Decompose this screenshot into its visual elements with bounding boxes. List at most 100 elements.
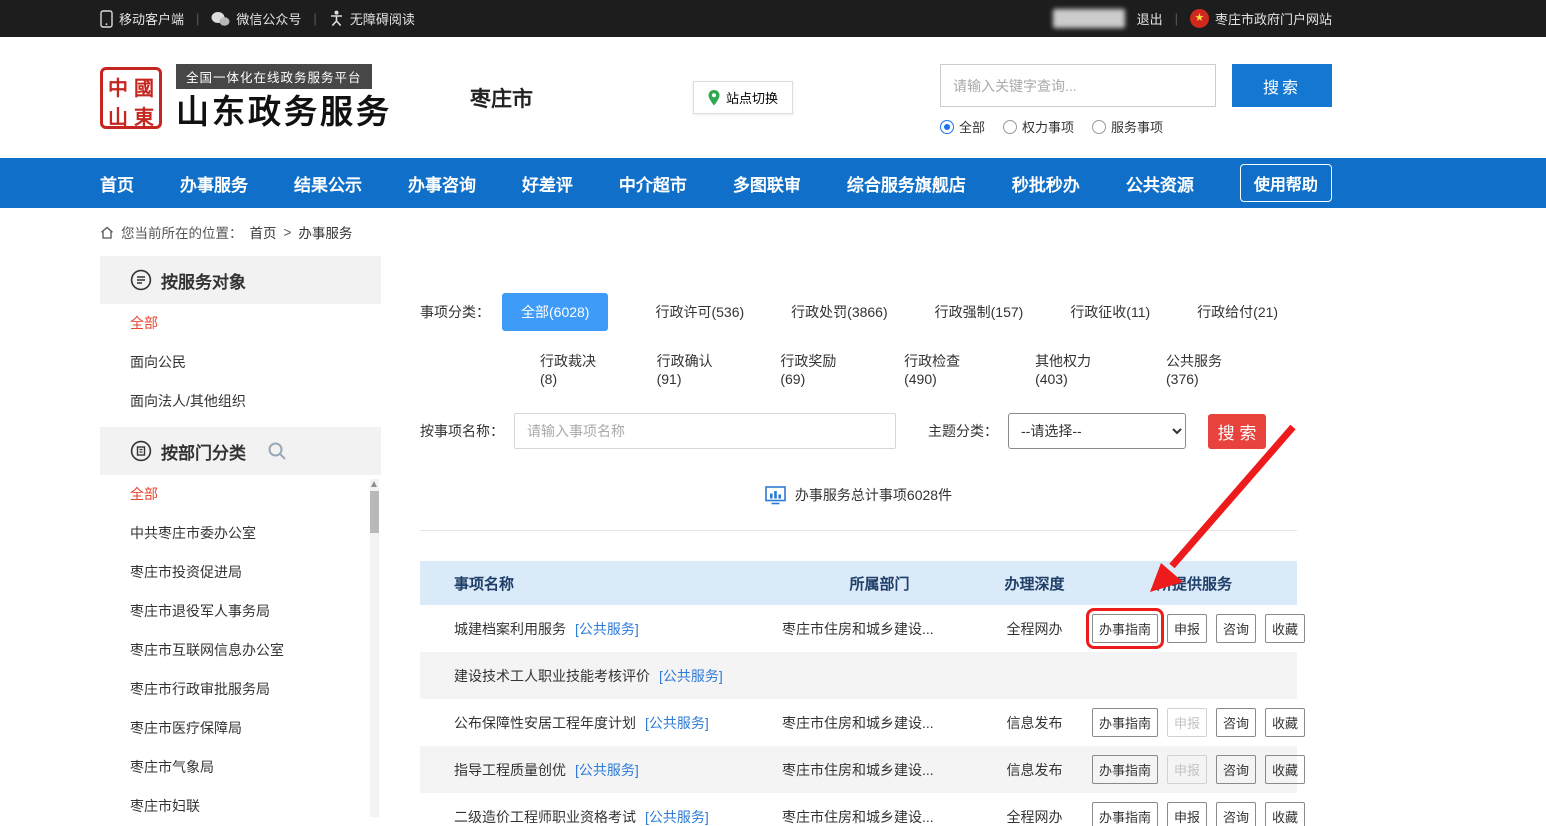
category-tab[interactable]: 行政奖励(69) bbox=[780, 351, 855, 387]
consult-button[interactable]: 咨询 bbox=[1216, 614, 1256, 643]
sidebar-item-dept[interactable]: 枣庄市妇联 bbox=[100, 787, 381, 826]
public-service-tag[interactable]: [公共服务] bbox=[645, 807, 709, 826]
top-utility-bar: 移动客户端 | 微信公众号 | 无障碍阅读 退出 | ★ bbox=[0, 0, 1546, 37]
table-row: 公布保障性安居工程年度计划 [公共服务] 枣庄市住房和城乡建设... 信息发布 … bbox=[420, 699, 1297, 746]
public-service-tag[interactable]: [公共服务] bbox=[575, 760, 639, 780]
sidebar-item-target-all[interactable]: 全部 bbox=[100, 304, 381, 343]
nav-item-home[interactable]: 首页 bbox=[100, 171, 134, 196]
mobile-app-link[interactable]: 移动客户端 bbox=[100, 9, 184, 28]
breadcrumb: 您当前所在的位置： 首页 > 办事服务 bbox=[0, 208, 1546, 256]
scope-radio-all[interactable]: 全部 bbox=[940, 117, 985, 136]
item-department: 枣庄市住房和城乡建设... bbox=[782, 619, 977, 639]
apply-button[interactable]: 申报 bbox=[1167, 802, 1207, 826]
favorite-button[interactable]: 收藏 bbox=[1265, 755, 1305, 784]
table-row: 二级造价工程师职业资格考试 [公共服务] 枣庄市住房和城乡建设... 全程网办 … bbox=[420, 793, 1297, 826]
favorite-button[interactable]: 收藏 bbox=[1265, 708, 1305, 737]
guide-button[interactable]: 办事指南 bbox=[1092, 614, 1158, 643]
radio-selected-icon bbox=[940, 120, 954, 134]
scrollbar-thumb[interactable] bbox=[370, 491, 379, 533]
portal-label: 枣庄市政府门户网站 bbox=[1215, 9, 1332, 28]
breadcrumb-label: 您当前所在的位置： bbox=[121, 222, 243, 242]
username-blurred bbox=[1053, 9, 1125, 28]
nav-item-joint-review[interactable]: 多图联审 bbox=[733, 171, 801, 196]
nav-item-results[interactable]: 结果公示 bbox=[294, 171, 362, 196]
item-depth: 信息发布 bbox=[977, 760, 1092, 780]
sidebar-item-dept[interactable]: 枣庄市医疗保障局 bbox=[100, 709, 381, 748]
category-tab[interactable]: 公共服务(376) bbox=[1166, 351, 1248, 387]
sidebar-scrollbar[interactable] bbox=[370, 479, 379, 817]
stats-bar: 办事服务总计事项6028件 bbox=[420, 485, 1297, 531]
item-name-input[interactable] bbox=[514, 413, 896, 449]
consult-button[interactable]: 咨询 bbox=[1216, 755, 1256, 784]
scrollbar-up-arrow[interactable] bbox=[371, 481, 377, 487]
platform-badge: 全国一体化在线政务服务平台 bbox=[176, 64, 372, 89]
item-search-button[interactable]: 搜 索 bbox=[1208, 414, 1266, 449]
scope-power-label: 权力事项 bbox=[1022, 120, 1074, 135]
favorite-button[interactable]: 收藏 bbox=[1265, 802, 1305, 826]
topic-select[interactable]: --请选择-- bbox=[1008, 413, 1186, 449]
category-tab[interactable]: 其他权力(403) bbox=[1035, 351, 1117, 387]
item-depth: 全程网办 bbox=[977, 807, 1092, 826]
breadcrumb-home-link[interactable]: 首页 bbox=[250, 222, 277, 242]
department-search-icon[interactable] bbox=[267, 441, 287, 461]
header-search-button[interactable]: 搜索 bbox=[1232, 64, 1332, 107]
department-list: 全部 中共枣庄市委办公室 枣庄市投资促进局 枣庄市退役军人事务局 枣庄市互联网信… bbox=[100, 475, 381, 826]
sidebar-item-dept[interactable]: 枣庄市气象局 bbox=[100, 748, 381, 787]
category-tab[interactable]: 行政给付(21) bbox=[1197, 302, 1278, 322]
scope-service-label: 服务事项 bbox=[1111, 120, 1163, 135]
sidebar-item-citizens[interactable]: 面向公民 bbox=[100, 343, 381, 382]
nav-item-flagship-store[interactable]: 综合服务旗舰店 bbox=[847, 171, 966, 196]
nav-item-consult[interactable]: 办事咨询 bbox=[408, 171, 476, 196]
page-content: 按服务对象 全部 面向公民 面向法人/其他组织 按部门分类 全部 中共枣庄市委办… bbox=[0, 256, 1546, 826]
nav-item-public-resources[interactable]: 公共资源 bbox=[1126, 171, 1194, 196]
department-icon bbox=[130, 440, 152, 462]
nav-item-agency-market[interactable]: 中介超市 bbox=[619, 171, 687, 196]
portal-link[interactable]: ★ 枣庄市政府门户网站 bbox=[1190, 9, 1332, 28]
public-service-tag[interactable]: [公共服务] bbox=[575, 619, 639, 639]
logout-link[interactable]: 退出 bbox=[1137, 9, 1163, 28]
public-service-tag[interactable]: [公共服务] bbox=[645, 713, 709, 733]
category-tab[interactable]: 行政确认(91) bbox=[657, 351, 732, 387]
category-tab[interactable]: 行政强制(157) bbox=[935, 302, 1024, 322]
sidebar-item-dept[interactable]: 枣庄市行政审批服务局 bbox=[100, 670, 381, 709]
category-tab[interactable]: 行政许可(536) bbox=[655, 302, 744, 322]
accessibility-link[interactable]: 无障碍阅读 bbox=[329, 9, 415, 28]
sidebar-item-dept[interactable]: 枣庄市退役军人事务局 bbox=[100, 592, 381, 631]
category-tab[interactable]: 行政处罚(3866) bbox=[791, 302, 887, 322]
guide-button[interactable]: 办事指南 bbox=[1092, 802, 1158, 826]
sidebar-item-dept[interactable]: 枣庄市互联网信息办公室 bbox=[100, 631, 381, 670]
sidebar-item-legal-persons[interactable]: 面向法人/其他组织 bbox=[100, 382, 381, 421]
category-tab[interactable]: 行政裁决(8) bbox=[540, 351, 608, 387]
guide-button[interactable]: 办事指南 bbox=[1092, 708, 1158, 737]
sidebar-item-dept-all[interactable]: 全部 bbox=[100, 475, 381, 514]
nav-item-rating[interactable]: 好差评 bbox=[522, 171, 573, 196]
wechat-link[interactable]: 微信公众号 bbox=[211, 9, 301, 28]
consult-button[interactable]: 咨询 bbox=[1216, 708, 1256, 737]
sidebar-item-dept[interactable]: 枣庄市投资促进局 bbox=[100, 553, 381, 592]
service-target-title: 按服务对象 bbox=[161, 268, 246, 293]
scope-radio-power[interactable]: 权力事项 bbox=[1003, 117, 1074, 136]
table-header-row: 事项名称 所属部门 办理深度 所提供服务 bbox=[420, 561, 1297, 605]
seal-char: 國 bbox=[134, 72, 154, 101]
header-item-name: 事项名称 bbox=[420, 573, 782, 594]
consult-button[interactable]: 咨询 bbox=[1216, 802, 1256, 826]
guide-button[interactable]: 办事指南 bbox=[1092, 755, 1158, 784]
category-tab-all[interactable]: 全部(6028) bbox=[502, 293, 608, 331]
help-button[interactable]: 使用帮助 bbox=[1240, 164, 1332, 202]
category-tab[interactable]: 行政征收(11) bbox=[1070, 302, 1150, 322]
sidebar-item-dept[interactable]: 中共枣庄市委办公室 bbox=[100, 514, 381, 553]
nav-item-instant-approval[interactable]: 秒批秒办 bbox=[1012, 171, 1080, 196]
home-icon bbox=[100, 226, 114, 239]
favorite-button[interactable]: 收藏 bbox=[1265, 614, 1305, 643]
nav-item-services[interactable]: 办事服务 bbox=[180, 171, 248, 196]
keyword-search-input[interactable] bbox=[940, 64, 1216, 107]
apply-button[interactable]: 申报 bbox=[1167, 614, 1207, 643]
category-tab[interactable]: 行政检查(490) bbox=[904, 351, 986, 387]
site-switch-button[interactable]: 站点切换 bbox=[693, 81, 793, 114]
public-service-tag[interactable]: [公共服务] bbox=[659, 666, 723, 686]
site-switch-label: 站点切换 bbox=[726, 88, 778, 107]
site-title: 山东政务服务 bbox=[176, 94, 392, 130]
divider: | bbox=[1175, 11, 1178, 26]
scope-radio-service[interactable]: 服务事项 bbox=[1092, 117, 1163, 136]
table-row: 指导工程质量创优 [公共服务] 枣庄市住房和城乡建设... 信息发布 办事指南 … bbox=[420, 746, 1297, 793]
